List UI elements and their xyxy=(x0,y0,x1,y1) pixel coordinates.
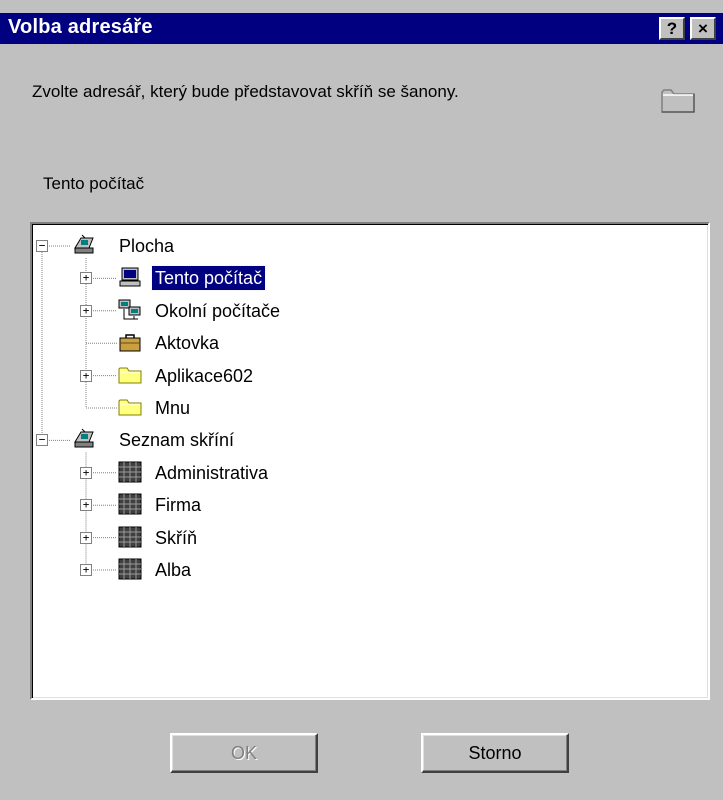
help-button[interactable]: ? xyxy=(659,17,685,40)
tree-node-label: Plocha xyxy=(119,236,175,256)
tree-node-label: Skříň xyxy=(155,527,198,548)
tree-node-aktovka[interactable]: Aktovka xyxy=(32,331,702,357)
cabinet-icon xyxy=(118,493,142,515)
briefcase-icon xyxy=(118,331,142,353)
expand-icon[interactable]: + xyxy=(80,531,92,544)
tree-node-administrativa[interactable]: + Administrativa xyxy=(32,461,702,487)
tree-node-label: Aktovka xyxy=(155,333,220,354)
expand-icon[interactable]: + xyxy=(80,466,92,479)
tree-node-okoln-po-ta-e[interactable]: + Okolní počítače xyxy=(32,299,702,325)
expand-icon[interactable]: + xyxy=(80,369,92,382)
network-icon xyxy=(118,299,142,321)
tree-node-firma[interactable]: + Firma xyxy=(32,493,702,519)
cancel-button[interactable]: Storno xyxy=(421,733,569,773)
tree-node-alba[interactable]: + Alba xyxy=(32,558,702,584)
tree-node-label: Mnu xyxy=(155,398,191,418)
expand-icon[interactable]: + xyxy=(80,564,92,576)
folder-tree[interactable]: − Plocha + Tento počítač + Okolní počítače Akt… xyxy=(30,222,710,700)
tree-node-tento-po-ta-[interactable]: + Tento počítač xyxy=(32,265,702,292)
expand-icon[interactable]: + xyxy=(80,499,92,512)
computer-icon xyxy=(118,266,142,288)
cabinet-icon xyxy=(118,461,142,483)
tree-node-label: Aplikace602 xyxy=(155,365,254,386)
folder-icon xyxy=(118,396,142,418)
expand-icon[interactable]: + xyxy=(80,304,92,317)
current-folder-label: Tento počítač xyxy=(43,174,145,193)
prompt-text: Zvolte adresář, který bude představovat … xyxy=(32,82,459,101)
folder-icon xyxy=(118,364,142,386)
expand-icon[interactable]: + xyxy=(80,272,92,285)
tree-node-label: Okolní počítače xyxy=(155,300,281,321)
title-bar[interactable]: Volba adresáře ? × xyxy=(0,13,723,44)
tree-node-sk-[interactable]: + Skříň xyxy=(32,526,702,552)
ok-button[interactable]: OK xyxy=(170,733,318,773)
cabinet-icon xyxy=(118,526,142,548)
tree-node-label: Alba xyxy=(155,560,192,580)
collapse-icon[interactable]: − xyxy=(36,240,48,252)
close-button[interactable]: × xyxy=(690,17,716,40)
desktop-icon xyxy=(72,428,96,450)
tree-node-label: Seznam skříní xyxy=(119,430,235,451)
tree-node-label: Tento počítač xyxy=(150,265,267,292)
tree-node-plocha[interactable]: − Plocha xyxy=(32,234,702,260)
tree-node-mnu[interactable]: Mnu xyxy=(32,396,702,422)
folder-chooser-dialog: Volba adresáře ? × Zvolte adresář, který… xyxy=(0,0,723,800)
tree-node-label: Administrativa xyxy=(155,462,269,483)
desktop-icon xyxy=(72,234,96,256)
tree-node-seznam-sk-n-[interactable]: − Seznam skříní xyxy=(32,428,702,454)
dialog-title: Volba adresáře xyxy=(8,16,153,38)
folder-icon xyxy=(661,89,695,113)
tree-node-aplikace602[interactable]: + Aplikace602 xyxy=(32,364,702,390)
cabinet-icon xyxy=(118,558,142,580)
collapse-icon[interactable]: − xyxy=(36,434,48,447)
tree-node-label: Firma xyxy=(155,495,201,516)
